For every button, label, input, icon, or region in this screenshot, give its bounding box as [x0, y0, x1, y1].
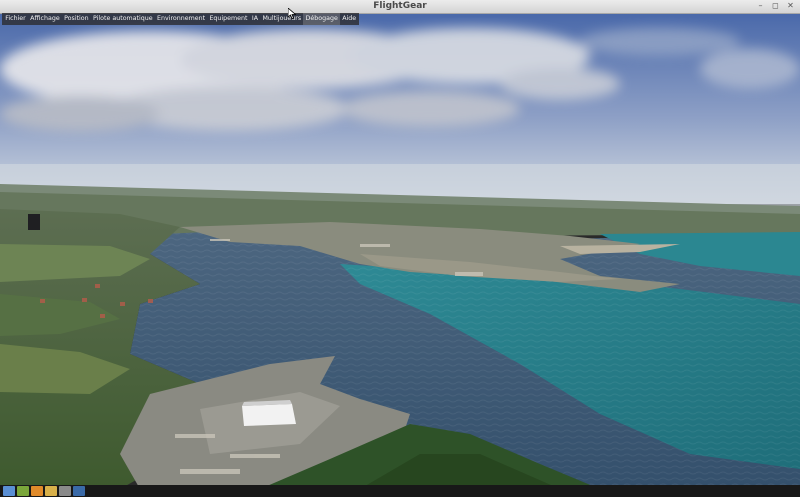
mouse-cursor-icon — [287, 4, 297, 23]
app-launcher-icon[interactable] — [3, 486, 15, 496]
menu-fichier[interactable]: Fichier — [3, 13, 28, 25]
menu-bar: Fichier Affichage Position Pilote automa… — [2, 13, 360, 25]
maximize-button[interactable]: ◻ — [771, 1, 780, 11]
menu-pilote-automatique[interactable]: Pilote automatique — [91, 13, 155, 25]
terminal-icon[interactable] — [59, 486, 71, 496]
menu-multijoueurs[interactable]: Multijoueurs — [260, 13, 303, 25]
browser-icon[interactable] — [31, 486, 43, 496]
menu-equipement[interactable]: Equipement — [207, 13, 249, 25]
window-titlebar[interactable]: FlightGear – ◻ ✕ — [0, 0, 800, 14]
scenery-render — [0, 14, 800, 489]
menu-ia[interactable]: IA — [250, 13, 261, 25]
3d-scene-view[interactable] — [0, 14, 800, 489]
menu-position[interactable]: Position — [62, 13, 91, 25]
flightgear-icon[interactable] — [73, 486, 85, 496]
menu-environnement[interactable]: Environnement — [155, 13, 207, 25]
menu-affichage[interactable]: Affichage — [28, 13, 62, 25]
window-title: FlightGear — [373, 1, 427, 11]
menu-debogage[interactable]: Débogage — [303, 13, 341, 25]
menu-aide[interactable]: Aide — [340, 13, 358, 25]
folder-icon[interactable] — [45, 486, 57, 496]
close-button[interactable]: ✕ — [786, 1, 795, 11]
taskbar — [0, 485, 800, 497]
minimize-button[interactable]: – — [756, 1, 765, 11]
files-icon[interactable] — [17, 486, 29, 496]
